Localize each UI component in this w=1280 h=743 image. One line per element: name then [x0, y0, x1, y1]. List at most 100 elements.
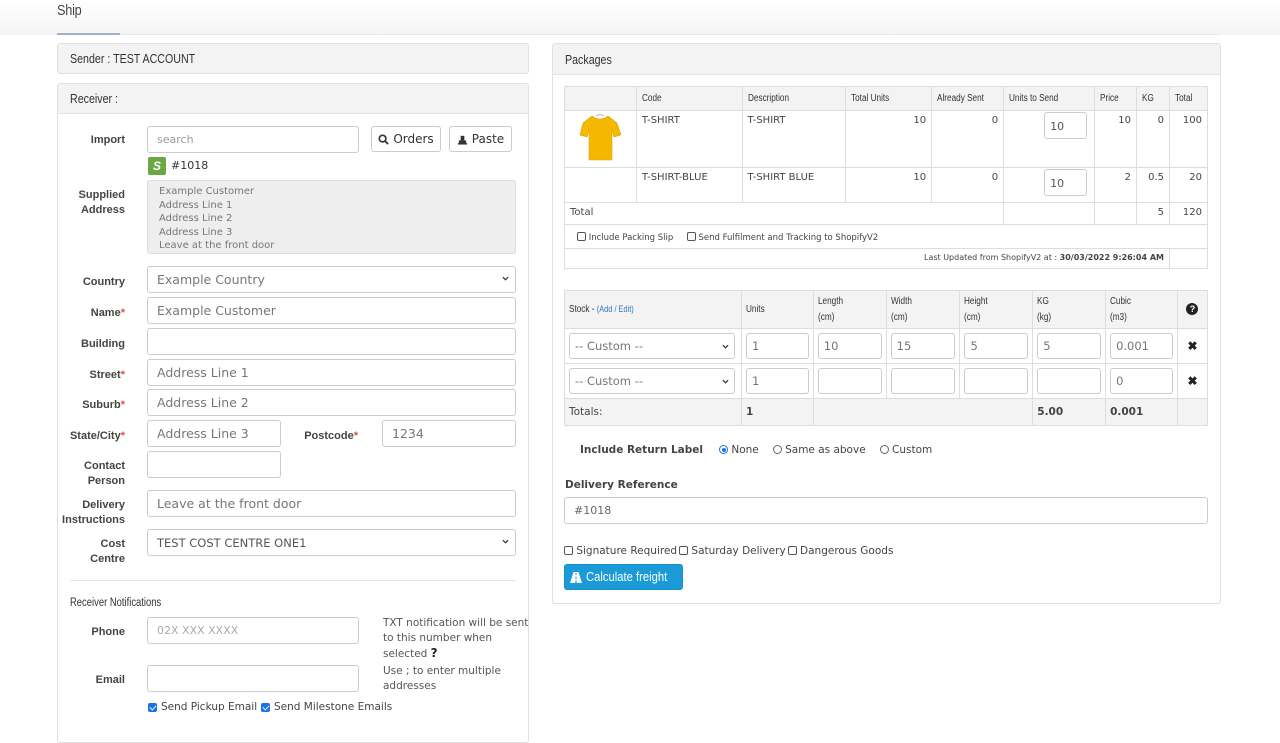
postcode-input[interactable]: 1234: [382, 420, 516, 447]
remove-row-icon[interactable]: ✖: [1187, 339, 1197, 353]
totals-label: Totals:: [564, 398, 742, 426]
empty-cell: [812, 398, 1034, 426]
units-input[interactable]: 1: [745, 333, 809, 359]
height-input[interactable]: 5: [964, 333, 1029, 359]
saturday-delivery-checkbox[interactable]: Saturday Delivery: [679, 545, 786, 557]
already-sent-cell: 0: [931, 167, 1005, 203]
add-edit-link[interactable]: (Add / Edit): [597, 304, 634, 314]
supplied-address-line: Address Line 3: [159, 226, 233, 238]
divider: [120, 34, 1220, 35]
units-to-send-input[interactable]: 10: [1044, 169, 1088, 196]
radio[interactable]: [772, 445, 782, 454]
checkbox[interactable]: [787, 546, 797, 555]
email-label: Email: [95, 674, 125, 686]
col-units-to-send: Units to Send: [1003, 86, 1096, 111]
chevron-down-icon: [502, 276, 509, 281]
include-packing-slip-checkbox[interactable]: Include Packing Slip: [577, 232, 673, 243]
cost-centre-select[interactable]: TEST COST CENTRE ONE1: [147, 529, 516, 556]
radio[interactable]: [879, 445, 889, 454]
email-note: Use ; to enter multiple addresses: [383, 665, 501, 692]
height-input[interactable]: [964, 368, 1029, 394]
help-circle-icon[interactable]: ?: [1186, 302, 1199, 315]
kg-input[interactable]: 5: [1037, 333, 1102, 359]
order-ref: #1018: [171, 159, 209, 172]
width-input[interactable]: [890, 368, 956, 394]
checkbox-checked[interactable]: [148, 702, 157, 712]
supplied-address-label: Supplied Address: [78, 189, 125, 216]
checkbox[interactable]: [686, 232, 696, 241]
radio-selected[interactable]: [719, 445, 728, 454]
price-cell: 10: [1094, 110, 1138, 168]
stock-select[interactable]: -- Custom --: [569, 368, 735, 394]
delivery-instructions-input[interactable]: Leave at the front door: [147, 490, 516, 517]
empty-cell: [1176, 398, 1209, 426]
units-to-send-input[interactable]: 10: [1044, 112, 1088, 139]
cost-centre-value: TEST COST CENTRE ONE1: [157, 535, 307, 550]
contact-person-input[interactable]: [147, 451, 281, 478]
phone-input[interactable]: 02X XXX XXXX: [147, 617, 359, 644]
stock-row: -- Custom -- 1 0 ✖: [564, 363, 1209, 399]
delivery-reference-input[interactable]: #1018: [564, 497, 1208, 524]
cubic-input[interactable]: 0: [1110, 368, 1173, 394]
cubic-input[interactable]: 0.001: [1110, 333, 1173, 359]
street-input[interactable]: Address Line 1: [147, 359, 516, 386]
checkbox-checked[interactable]: [261, 702, 270, 712]
dangerous-goods-checkbox[interactable]: Dangerous Goods: [787, 545, 893, 557]
col-stock: Stock - (Add / Edit): [564, 290, 742, 329]
orders-button[interactable]: Orders: [371, 126, 441, 152]
totals-cubic: 0.001: [1105, 398, 1178, 426]
building-input[interactable]: [147, 328, 516, 355]
length-input[interactable]: [817, 368, 882, 394]
phone-note: TXT notification will be sent to this nu…: [383, 617, 529, 660]
state-city-input[interactable]: Address Line 3: [147, 420, 281, 447]
import-search-input[interactable]: search: [147, 126, 359, 153]
width-input[interactable]: 15: [890, 333, 956, 359]
supplied-address-box: Example Customer Address Line 1 Address …: [147, 180, 516, 254]
paste-button-label: Paste: [471, 132, 505, 146]
signature-required-checkbox[interactable]: Signature Required: [564, 545, 677, 557]
kg-cell: 0.5: [1136, 167, 1170, 203]
total-row: Total 5 120: [563, 202, 1209, 225]
kg-input[interactable]: [1037, 368, 1102, 394]
length-input[interactable]: 10: [817, 333, 882, 359]
total-amount: 120: [1168, 202, 1209, 225]
return-option-none[interactable]: None: [719, 444, 759, 456]
col-kg: KG (kg): [1032, 290, 1107, 329]
paste-button[interactable]: Paste: [449, 126, 512, 152]
country-select[interactable]: Example Country: [147, 266, 516, 293]
top-bar: [0, 0, 1280, 35]
return-label-label: Include Return Label: [580, 444, 703, 456]
checkbox[interactable]: [679, 546, 689, 555]
description-cell: T-SHIRT: [741, 110, 847, 168]
cost-centre-label: Cost Centre: [90, 538, 125, 565]
totals-units: 1: [740, 398, 814, 426]
col-already-sent: Already Sent: [931, 86, 1005, 111]
return-option-same[interactable]: Same as above: [772, 444, 866, 456]
code-cell: T-SHIRT: [635, 110, 743, 168]
col-cubic: Cubic (m3): [1105, 290, 1178, 329]
checkbox[interactable]: [577, 232, 586, 241]
calculate-freight-button[interactable]: Calculate freight: [564, 564, 683, 590]
name-input[interactable]: Example Customer: [147, 297, 516, 324]
total-units-cell: 10: [845, 167, 933, 203]
postcode-label: Postcode*: [304, 430, 358, 442]
suburb-input[interactable]: Address Line 2: [147, 389, 516, 416]
total-kg: 5: [1136, 202, 1170, 225]
delivery-options-row: Signature Required Saturday Delivery Dan…: [564, 545, 893, 557]
send-milestone-emails-checkbox[interactable]: Send Milestone Emails: [261, 701, 392, 713]
stock-select[interactable]: -- Custom --: [569, 333, 735, 359]
email-input[interactable]: [147, 665, 359, 692]
help-icon[interactable]: ?: [431, 646, 438, 660]
remove-row-icon[interactable]: ✖: [1187, 374, 1197, 388]
units-to-send-cell: 10: [1003, 167, 1096, 203]
packages-title: Packages: [565, 52, 612, 67]
send-fulfilment-checkbox[interactable]: Send Fulfilment and Tracking to ShopifyV…: [686, 232, 878, 243]
send-pickup-email-checkbox[interactable]: Send Pickup Email: [148, 701, 257, 713]
building-label: Building: [81, 338, 125, 350]
packing-options-row: Include Packing Slip Send Fulfilment and…: [564, 224, 1208, 249]
units-input[interactable]: 1: [745, 368, 809, 394]
return-option-custom[interactable]: Custom: [879, 444, 932, 456]
tab-ship[interactable]: Ship: [57, 2, 82, 19]
checkbox[interactable]: [564, 546, 573, 555]
col-length: Length (cm): [812, 290, 887, 329]
